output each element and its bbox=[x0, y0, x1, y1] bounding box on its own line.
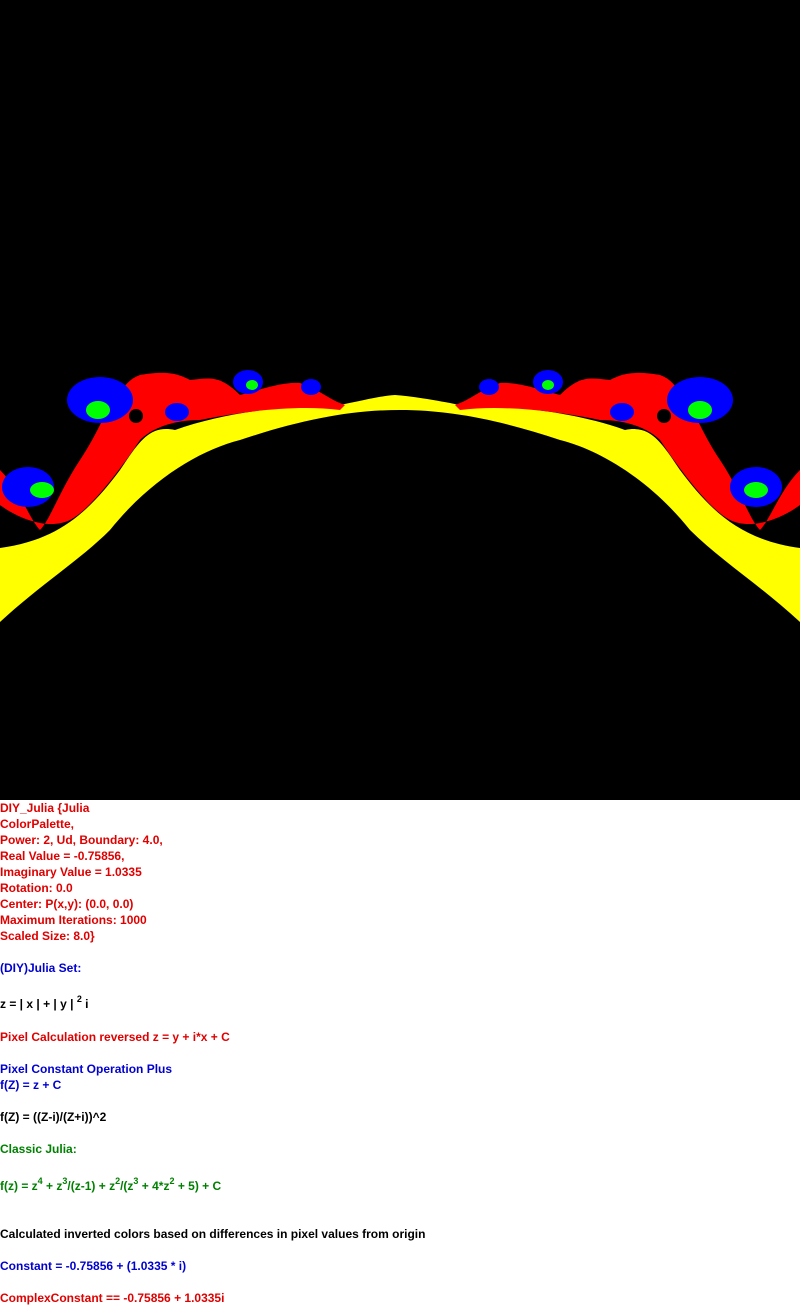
green-core bbox=[86, 401, 110, 419]
blue-blob bbox=[610, 403, 634, 421]
param-line: ColorPalette, bbox=[0, 817, 75, 831]
blue-blob bbox=[479, 379, 499, 395]
z-equation-text: z = | x | + | y | bbox=[0, 997, 77, 1011]
param-line: Scaled Size: 8.0} bbox=[0, 929, 95, 943]
param-line: Imaginary Value = 1.0335 bbox=[0, 865, 142, 879]
classic-julia-formula: f(z) = z4 + z3/(z-1) + z2/(z3 + 4*z2 + 5… bbox=[0, 1177, 222, 1194]
formula-text: /(z-1) + z bbox=[67, 1179, 116, 1193]
param-line: Maximum Iterations: 1000 bbox=[0, 913, 147, 927]
black-hole bbox=[657, 409, 671, 423]
complex-constant-value: ComplexConstant == -0.75856 + 1.0335i bbox=[0, 1291, 225, 1305]
param-line: Rotation: 0.0 bbox=[0, 881, 73, 895]
constant-value: Constant = -0.75856 + (1.0335 * i) bbox=[0, 1259, 187, 1273]
pixel-calculation: Pixel Calculation reversed z = y + i*x +… bbox=[0, 1030, 230, 1044]
param-line: Power: 2, Ud, Boundary: 4.0, bbox=[0, 833, 163, 847]
julia-set-render bbox=[0, 0, 800, 800]
param-line: DIY_Julia {Julia bbox=[0, 801, 90, 815]
green-core bbox=[30, 482, 54, 498]
pixel-constant-operation: Pixel Constant Operation Plus bbox=[0, 1062, 173, 1076]
green-core bbox=[688, 401, 712, 419]
fractal-image bbox=[0, 0, 800, 800]
formula-text: /(z bbox=[120, 1179, 134, 1193]
formula-text: + z bbox=[42, 1179, 63, 1193]
green-core bbox=[246, 380, 258, 390]
param-line: Real Value = -0.75856, bbox=[0, 849, 125, 863]
formula-text: + 4*z bbox=[138, 1179, 170, 1193]
formula-text: f(z) = z bbox=[0, 1179, 38, 1193]
diy-julia-title: (DIY)Julia Set: bbox=[0, 961, 82, 975]
z-equation: z = | x | + | y | 2 i bbox=[0, 995, 89, 1012]
green-core bbox=[744, 482, 768, 498]
fz-plus: f(Z) = z + C bbox=[0, 1078, 62, 1092]
green-core bbox=[542, 380, 554, 390]
fz-mobius: f(Z) = ((Z-i)/(Z+i))^2 bbox=[0, 1110, 107, 1124]
inverted-colors-note: Calculated inverted colors based on diff… bbox=[0, 1227, 426, 1241]
blue-blob bbox=[165, 403, 189, 421]
param-line: Center: P(x,y): (0.0, 0.0) bbox=[0, 897, 134, 911]
black-hole bbox=[129, 409, 143, 423]
z-equation-text: i bbox=[81, 997, 89, 1011]
blue-blob bbox=[301, 379, 321, 395]
formula-text: + 5) + C bbox=[174, 1179, 222, 1193]
classic-julia-title: Classic Julia: bbox=[0, 1142, 77, 1156]
